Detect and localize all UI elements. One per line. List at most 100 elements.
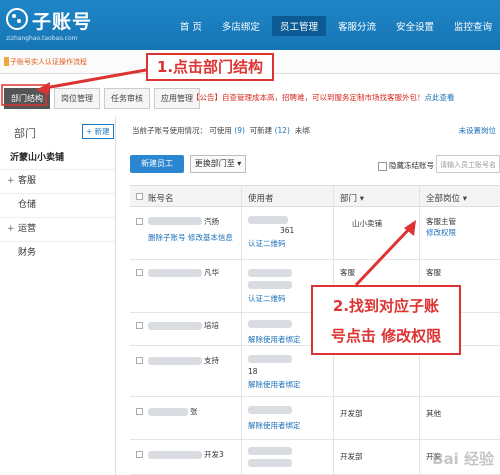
- blurred-account: [148, 408, 188, 416]
- usage-new-label: 可新建: [249, 126, 273, 135]
- table-row: 张 解除使用者绑定 开发部 其他: [130, 398, 500, 440]
- auth-qr-link[interactable]: 认证二维码: [248, 293, 286, 304]
- top-header: 子账号 zizhanghao.taobao.com 首 页 多店绑定 员工管理 …: [0, 0, 500, 50]
- user-phone: 18: [248, 367, 258, 376]
- logo-icon: [6, 8, 28, 30]
- usage-unbound-label: 未绑: [294, 126, 310, 135]
- hide-frozen-checkbox[interactable]: 隐藏冻结账号: [378, 160, 434, 171]
- post-value: 其他: [426, 409, 441, 418]
- dept-panel-title: 部门: [14, 127, 36, 140]
- row-checkbox[interactable]: [136, 269, 143, 276]
- sub-tabs: 部门结构 岗位管理 任务审核 应用管理: [4, 88, 204, 109]
- col-dept[interactable]: 部门 ▾: [340, 192, 364, 204]
- nav-monitor[interactable]: 监控查询: [446, 16, 500, 36]
- nav-multi-store[interactable]: 多店绑定: [214, 16, 268, 36]
- table-header: 账号名 使用者 部门 ▾ 全部岗位 ▾: [130, 185, 500, 207]
- announcement: 【公告】自查管理成本高，招聘难，可以到服务定制市场找客服外包！点此查看: [192, 92, 455, 103]
- nav-cs-routing[interactable]: 客服分流: [330, 16, 384, 36]
- main-nav: 首 页 多店绑定 员工管理 客服分流 安全设置 监控查询: [168, 16, 500, 36]
- account-name: 凡华: [204, 268, 219, 277]
- dept-value: 客服: [340, 268, 355, 277]
- post-value: 客服主管: [426, 217, 456, 226]
- search-input[interactable]: 请输入员工账号名: [436, 155, 500, 173]
- blurred-user: [248, 406, 292, 414]
- row-checkbox[interactable]: [136, 408, 143, 415]
- usage-new: (12): [274, 126, 290, 135]
- row-checkbox[interactable]: [136, 322, 143, 329]
- dept-item-cs[interactable]: 客服: [0, 169, 115, 192]
- announce-tag: 【公告】: [192, 93, 222, 102]
- move-dept-label: 更换部门至: [194, 159, 235, 168]
- blurred-user: [248, 269, 292, 277]
- brand-subtitle: zizhanghao.taobao.com: [6, 35, 78, 42]
- tab-dept-structure[interactable]: 部门结构: [4, 88, 50, 109]
- announce-link[interactable]: 点此查看: [425, 93, 455, 102]
- dept-value: 开发部: [340, 409, 363, 418]
- nav-staff[interactable]: 员工管理: [271, 16, 326, 36]
- step1-callout: 1.点击部门结构: [146, 53, 274, 81]
- col-dept-label: 部门: [340, 194, 358, 204]
- dept-item-finance[interactable]: 财务: [0, 241, 115, 263]
- account-name: 培培: [204, 321, 219, 330]
- row-checkbox[interactable]: [136, 218, 143, 225]
- col-post[interactable]: 全部岗位 ▾: [426, 192, 467, 204]
- notice-link[interactable]: 子账号实人认证操作流程: [10, 57, 87, 67]
- blurred-account: [148, 357, 202, 365]
- column-divider: [241, 185, 242, 475]
- dept-item-ops[interactable]: 运营: [0, 217, 115, 240]
- dept-value: 山小卖铺: [352, 219, 382, 228]
- dept-item-storage[interactable]: 仓储: [0, 193, 115, 215]
- dept-panel: 部门 + 新建 沂蒙山小卖铺 客服 仓储 运营 财务: [0, 117, 116, 475]
- watermark: Bai 经验: [432, 450, 494, 468]
- step2-line1: 2.找到对应子账: [332, 297, 440, 315]
- account-name: 张: [190, 407, 198, 416]
- col-account: 账号名: [148, 194, 174, 204]
- account-name: 汽扬: [204, 217, 219, 226]
- unbind-user-link[interactable]: 解除使用者绑定: [248, 334, 301, 345]
- col-post-label: 全部岗位: [426, 194, 461, 204]
- new-employee-button[interactable]: 新建员工: [130, 155, 184, 173]
- step2-line2: 号点击 修改权限: [330, 327, 442, 345]
- unbind-user-link[interactable]: 解除使用者绑定: [248, 420, 301, 431]
- nav-security[interactable]: 安全设置: [388, 16, 442, 36]
- user-phone: 361: [280, 226, 295, 235]
- usage-prefix: 当前子账号使用情况：: [132, 126, 207, 135]
- notice-icon: [4, 57, 9, 66]
- blurred-user: [248, 447, 292, 455]
- move-dept-dropdown[interactable]: 更换部门至 ▾: [190, 155, 246, 173]
- select-all-checkbox[interactable]: [136, 193, 143, 200]
- account-usage-info: 当前子账号使用情况： 可使用 (9) 可新建 (12) 未绑: [132, 125, 310, 136]
- blurred-account: [148, 217, 202, 225]
- blurred-user: [248, 355, 292, 363]
- tab-post-manage[interactable]: 岗位管理: [54, 88, 100, 109]
- usage-available-label: 可使用: [209, 126, 232, 135]
- account-name: 支持: [204, 356, 219, 365]
- table-row: 汽扬 删除子账号 修改基本信息 361 认证二维码 山小卖铺 客服主管 修改权限: [130, 208, 500, 260]
- dept-root[interactable]: 沂蒙山小卖铺: [10, 150, 64, 163]
- row-checkbox[interactable]: [136, 451, 143, 458]
- new-dept-button[interactable]: + 新建: [82, 124, 114, 139]
- blurred-account: [148, 451, 202, 459]
- dept-value: 开发部: [340, 452, 363, 461]
- blurred-user: [248, 281, 292, 289]
- usage-available: (9): [234, 126, 245, 135]
- blurred-user: [248, 216, 288, 224]
- brand-title: 子账号: [32, 11, 93, 33]
- modify-permission-link[interactable]: 修改权限: [426, 227, 456, 238]
- blurred-user: [248, 320, 292, 328]
- row-actions[interactable]: 删除子账号 修改基本信息: [148, 232, 233, 243]
- post-value: 客服: [426, 268, 441, 277]
- blurred-account: [148, 269, 202, 277]
- unset-post-link[interactable]: 未设置岗位: [459, 125, 497, 136]
- account-name: 开发3: [204, 450, 224, 459]
- blurred-user: [248, 459, 292, 467]
- auth-qr-link[interactable]: 认证二维码: [248, 238, 286, 249]
- tab-task-review[interactable]: 任务审核: [104, 88, 150, 109]
- row-checkbox[interactable]: [136, 357, 143, 364]
- blurred-account: [148, 322, 202, 330]
- announce-text: 自查管理成本高，招聘难，可以到服务定制市场找客服外包！: [222, 93, 425, 102]
- step2-callout: 2.找到对应子账 号点击 修改权限: [311, 285, 461, 355]
- col-user: 使用者: [248, 194, 274, 204]
- nav-home[interactable]: 首 页: [172, 16, 210, 36]
- unbind-user-link[interactable]: 解除使用者绑定: [248, 379, 301, 390]
